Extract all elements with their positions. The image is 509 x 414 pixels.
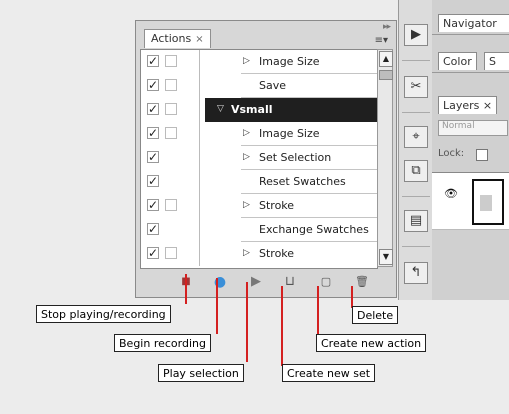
tab-layers[interactable]: Layers ×	[438, 96, 498, 114]
toggle-checkbox[interactable]: ✓	[147, 103, 159, 115]
panel-dock: ▶ ✂ ⌖ ⧉ ▤ ↰	[398, 0, 434, 300]
blend-mode-select[interactable]: Normal	[438, 120, 508, 136]
tab-close-icon[interactable]: ×	[195, 34, 203, 45]
expand-triangle-icon[interactable]: ▷	[243, 248, 250, 258]
action-label: Image Size	[259, 55, 320, 68]
clone-icon[interactable]: ⧉	[404, 160, 428, 182]
toggle-checkbox[interactable]: ✓	[147, 55, 159, 67]
tab-close-icon[interactable]: ×	[483, 99, 492, 112]
delete-icon[interactable]: 🗑	[354, 274, 370, 290]
scroll-thumb[interactable]	[379, 70, 393, 80]
tab-actions-label: Actions	[151, 32, 192, 45]
action-row[interactable]: ✓ Save	[141, 74, 377, 98]
action-row[interactable]: ✓ ▷ Set Selection	[141, 146, 377, 170]
dialog-toggle-checkbox[interactable]	[165, 103, 177, 115]
brush-icon[interactable]: ⌖	[404, 126, 428, 148]
eye-icon[interactable]: 👁	[444, 187, 458, 200]
layer-thumbnail	[472, 179, 504, 225]
lock-label: Lock:	[438, 148, 488, 161]
list-scrollbar[interactable]: ▲ ▼	[377, 49, 393, 267]
toggle-checkbox[interactable]: ✓	[147, 127, 159, 139]
toggle-checkbox[interactable]: ✓	[147, 223, 159, 235]
toggle-checkbox[interactable]: ✓	[147, 79, 159, 91]
tab-swatches[interactable]: S	[484, 52, 509, 70]
callout-delete: Delete	[352, 306, 399, 324]
action-row[interactable]: ✓ Reset Swatches	[141, 170, 377, 194]
history-icon[interactable]: ↰	[404, 262, 428, 284]
info-icon[interactable]: ▤	[404, 210, 428, 232]
action-label: Save	[259, 79, 287, 92]
action-label: Image Size	[259, 127, 320, 140]
toggle-checkbox[interactable]: ✓	[147, 199, 159, 211]
action-row[interactable]: ✓ ▷ Stroke	[141, 242, 377, 266]
panel-menu-icon[interactable]: ≡▾	[375, 35, 388, 46]
callout-stop: Stop playing/recording	[36, 305, 171, 323]
action-row[interactable]: ✓ ▷ Image Size	[141, 50, 377, 74]
callout-play: Play selection	[158, 364, 244, 382]
tab-layers-label: Layers	[443, 99, 480, 112]
actions-button-bar: ■ ● ▶ ⊔ ▢ 🗑	[140, 271, 392, 295]
collapse-triangle-icon[interactable]: ▽	[217, 104, 224, 114]
expand-triangle-icon[interactable]: ▷	[243, 200, 250, 210]
action-label: Vsmall	[231, 103, 273, 116]
lock-label-text: Lock:	[438, 148, 465, 159]
new-set-icon[interactable]: ⊔	[282, 274, 298, 290]
actions-panel: ▸▸ Actions × ≡▾ ✓ ▷ Image Size ✓ Save ▽ V…	[135, 20, 397, 298]
lock-checkbox[interactable]	[476, 149, 488, 161]
action-label: Set Selection	[259, 151, 332, 164]
play-panel-icon[interactable]: ▶	[404, 24, 428, 46]
dialog-toggle-checkbox[interactable]	[165, 127, 177, 139]
callout-new-action: Create new action	[316, 334, 427, 352]
callout-record: Begin recording	[114, 334, 211, 352]
panel-grip-icon[interactable]: ▸▸	[383, 23, 391, 32]
action-row-toggles: ✓	[141, 98, 205, 122]
expand-triangle-icon[interactable]: ▷	[243, 128, 250, 138]
toggle-checkbox[interactable]: ✓	[147, 151, 159, 163]
play-icon[interactable]: ▶	[248, 274, 264, 290]
dialog-toggle-checkbox[interactable]	[165, 55, 177, 67]
new-action-icon[interactable]: ▢	[318, 274, 334, 290]
dialog-toggle-checkbox[interactable]	[165, 199, 177, 211]
action-row[interactable]: ✓ ▷ Image Size	[141, 122, 377, 146]
dialog-toggle-checkbox[interactable]	[165, 247, 177, 259]
action-label: Reset Swatches	[259, 175, 346, 188]
scroll-up-icon[interactable]: ▲	[379, 51, 393, 67]
action-row[interactable]: ✓ Exchange Swatches	[141, 218, 377, 242]
action-row-selected[interactable]: ▽ Vsmall	[205, 98, 377, 122]
toggle-checkbox[interactable]: ✓	[147, 247, 159, 259]
tab-color[interactable]: Color	[438, 52, 477, 70]
action-label: Stroke	[259, 247, 295, 260]
toggle-checkbox[interactable]: ✓	[147, 175, 159, 187]
callout-new-set: Create new set	[282, 364, 376, 382]
action-label: Exchange Swatches	[259, 223, 369, 236]
expand-triangle-icon[interactable]: ▷	[243, 152, 250, 162]
dialog-toggle-checkbox[interactable]	[165, 79, 177, 91]
action-list: ✓ ▷ Image Size ✓ Save ▽ Vsmall ✓ ✓ ▷ Ima…	[140, 49, 378, 269]
tools-icon[interactable]: ✂	[404, 76, 428, 98]
action-row[interactable]: ✓ ▷ Stroke	[141, 194, 377, 218]
scroll-down-icon[interactable]: ▼	[379, 249, 393, 265]
tab-navigator[interactable]: Navigator	[438, 14, 509, 32]
right-panels: Navigator Color S Layers × Normal Lock: …	[432, 0, 509, 300]
action-label: Stroke	[259, 199, 295, 212]
record-icon[interactable]: ●	[212, 274, 228, 290]
layer-row[interactable]: 👁	[432, 172, 509, 230]
tab-actions[interactable]: Actions ×	[144, 29, 211, 48]
expand-triangle-icon[interactable]: ▷	[243, 56, 250, 66]
